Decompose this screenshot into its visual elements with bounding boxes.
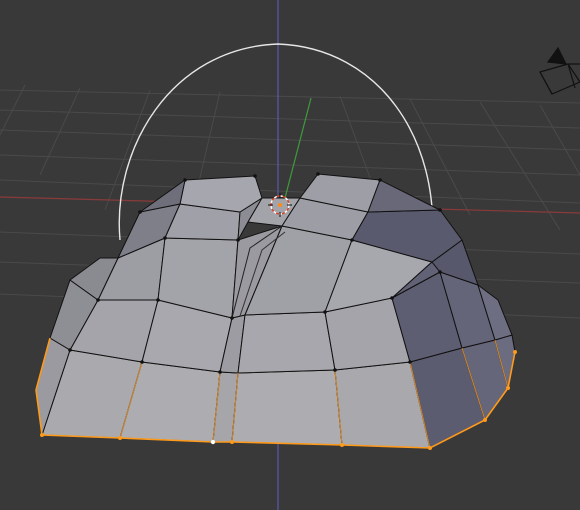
3d-viewport[interactable] [0,0,580,510]
active-vertex [210,439,216,445]
mesh-face [231,369,343,446]
mesh-face [237,311,336,374]
